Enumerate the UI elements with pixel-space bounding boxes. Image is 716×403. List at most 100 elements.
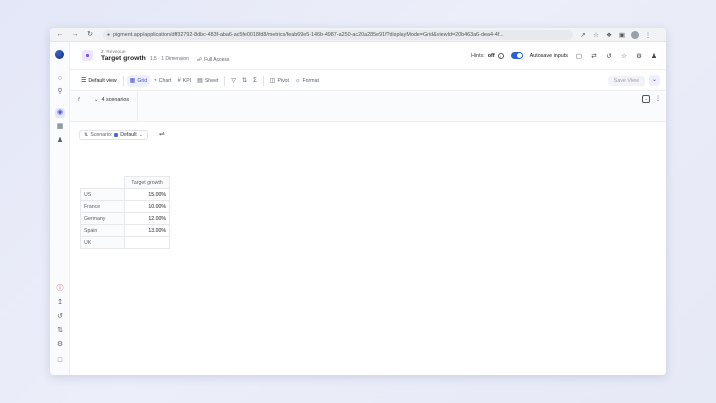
grid-cell[interactable]: 13.00% xyxy=(124,224,170,237)
chevron-down-icon: ⌄ xyxy=(138,132,144,138)
help-icon[interactable]: □ xyxy=(55,356,65,366)
pivot-label: Pivot xyxy=(277,77,289,84)
browser-actions: ↗ ☆ ❖ ▣ ⋮ xyxy=(579,30,652,39)
sigma-icon: Σ xyxy=(253,77,257,84)
scenario-icon: ⇅ xyxy=(84,132,89,138)
scenario-filter-bar: f ⌄ 4 scenarios − ⋮ xyxy=(70,92,666,122)
scenarios-chevron-icon: ⌄ xyxy=(94,97,99,103)
alert-icon[interactable]: ⓘ xyxy=(55,284,65,294)
info-icon[interactable]: i xyxy=(497,52,504,59)
format-label: Format xyxy=(302,77,319,84)
scenario-value: Default xyxy=(120,132,137,138)
save-view-button[interactable]: Save View xyxy=(607,75,645,86)
more-vertical-icon[interactable]: ⋮ xyxy=(654,95,662,103)
sheet-icon: ▤ xyxy=(197,78,203,84)
history-icon[interactable]: ↺ xyxy=(605,52,613,60)
autosave-label: Autosave inputs xyxy=(529,52,568,59)
default-view-label: Default view xyxy=(88,77,117,84)
people-icon[interactable]: ♟ xyxy=(55,136,65,146)
bookmark-star-icon[interactable]: ☆ xyxy=(592,31,600,39)
row-header[interactable]: France xyxy=(80,200,125,213)
table-row: France 10.00% xyxy=(80,200,170,213)
view-toolbar: ☰ Default view ▦ Grid ◔ Chart # KPI ▤ Sh… xyxy=(70,71,666,91)
header-actions: Hints: off i Autosave inputs ▢ ⇄ ↺ ☆ ⚙ ♟ xyxy=(471,52,666,60)
pivot-button[interactable]: ◫ Pivot xyxy=(267,75,292,87)
row-header[interactable]: Spain xyxy=(80,224,125,237)
table-row: Germany 12.00% xyxy=(80,212,170,225)
grid-cell[interactable]: 12.00% xyxy=(124,212,170,225)
app-logo[interactable] xyxy=(55,50,64,59)
left-rail: ○ ⚲ ◉ ▦ ♟ ⓘ ↥ ↺ ⇅ ⚙ □ xyxy=(50,42,70,375)
apps-grid-icon[interactable]: ▦ xyxy=(55,122,65,132)
totals-button[interactable]: Σ xyxy=(250,75,260,87)
title-block: 2. Revenue Target growth 1.5 · 1 Dimensi… xyxy=(101,50,189,62)
sliders-icon[interactable]: ⇌ xyxy=(159,130,165,138)
scenarios-filter[interactable]: ⌄ 4 scenarios xyxy=(90,95,133,105)
sort-button[interactable]: ⇅ xyxy=(239,75,250,87)
table-row: Spain 13.00% xyxy=(80,224,170,237)
scenarios-label: 4 scenarios xyxy=(101,97,130,103)
collapse-icon[interactable]: − xyxy=(642,95,650,103)
blocks-icon[interactable]: ◉ xyxy=(55,108,65,118)
address-bar[interactable]: ● pigment.app/application/dff32792-8dbc-… xyxy=(103,29,573,40)
data-grid: Target growth US 15.00% France 10.00% Ge… xyxy=(80,176,170,249)
grid-cell[interactable] xyxy=(124,236,170,249)
scenario-select[interactable]: ⇅ Scenario: Default ⌄ xyxy=(79,130,149,140)
access-badge[interactable]: ☍ Full Access xyxy=(197,57,229,63)
filter-button[interactable]: ▽ xyxy=(228,75,239,87)
search-icon[interactable]: ⚲ xyxy=(55,87,65,97)
tab-chart-label: Chart xyxy=(158,77,172,84)
favorite-star-icon[interactable]: ☆ xyxy=(620,52,628,60)
page-title[interactable]: Target growth xyxy=(101,55,146,62)
lock-icon: ● xyxy=(107,31,111,38)
sort-icon: ⇅ xyxy=(242,78,248,84)
tab-sheet-label: Sheet xyxy=(204,77,219,84)
access-icon: ☍ xyxy=(197,56,203,63)
share-icon[interactable]: ↗ xyxy=(579,31,587,39)
grid-cell[interactable]: 10.00% xyxy=(124,200,170,213)
row-header[interactable]: UK xyxy=(80,236,125,249)
tab-kpi[interactable]: # KPI xyxy=(174,75,194,87)
profile-avatar[interactable] xyxy=(631,30,639,39)
gear-icon[interactable]: ⚙ xyxy=(635,52,643,60)
browser-menu-icon[interactable]: ⋮ xyxy=(644,31,652,39)
filter-icon: ▽ xyxy=(231,78,237,84)
chevron-down-icon[interactable]: ⌄ xyxy=(649,75,660,86)
chart-icon: ◔ xyxy=(153,77,157,84)
url-text: pigment.app/application/dff32792-8dbc-48… xyxy=(113,31,504,38)
grid-cell[interactable]: 15.00% xyxy=(124,188,170,201)
settings-icon[interactable]: ⚙ xyxy=(55,340,65,350)
grid-content: ⇅ Scenario: Default ⌄ ⇌ Target growth US… xyxy=(70,123,666,375)
back-icon[interactable]: ← xyxy=(55,30,65,40)
tab-sheet[interactable]: ▤ Sheet xyxy=(194,75,221,87)
scenario-color-swatch xyxy=(114,133,119,137)
formula-icon[interactable]: f xyxy=(78,97,80,103)
filter-actions: − ⋮ xyxy=(642,95,662,103)
sidepanel-icon[interactable]: ▣ xyxy=(618,31,626,39)
browser-toolbar: ← → ↻ ● pigment.app/application/dff32792… xyxy=(50,28,666,42)
forward-icon[interactable]: → xyxy=(70,30,80,40)
reload-icon[interactable]: ↻ xyxy=(85,30,95,40)
page-header: 2. Revenue Target growth 1.5 · 1 Dimensi… xyxy=(70,42,666,70)
branch-icon[interactable]: ⇅ xyxy=(55,326,65,336)
comment-icon[interactable]: ▢ xyxy=(575,52,583,60)
grid-corner xyxy=(81,177,125,189)
upload-icon[interactable]: ↥ xyxy=(55,298,65,308)
hints-label: Hints: xyxy=(470,52,485,59)
autosave-toggle[interactable] xyxy=(510,52,523,59)
column-header[interactable]: Target growth xyxy=(124,176,170,189)
default-view-button[interactable]: ☰ Default view xyxy=(78,75,120,87)
hints-toggle[interactable]: Hints: off i xyxy=(470,52,504,59)
add-user-icon[interactable]: ♟ xyxy=(650,52,658,60)
tab-grid[interactable]: ▦ Grid xyxy=(126,74,151,87)
row-header[interactable]: Germany xyxy=(80,212,125,225)
row-header[interactable]: US xyxy=(80,188,125,201)
format-button[interactable]: ☼ Format xyxy=(292,75,322,87)
notifications-icon[interactable]: ○ xyxy=(55,74,65,84)
dependencies-icon[interactable]: ⇄ xyxy=(590,52,598,60)
extensions-icon[interactable]: ❖ xyxy=(605,31,613,39)
history-icon[interactable]: ↺ xyxy=(55,312,65,322)
table-row: US 15.00% xyxy=(80,188,170,201)
tab-chart[interactable]: ◔ Chart xyxy=(150,75,174,87)
divider xyxy=(122,75,124,86)
